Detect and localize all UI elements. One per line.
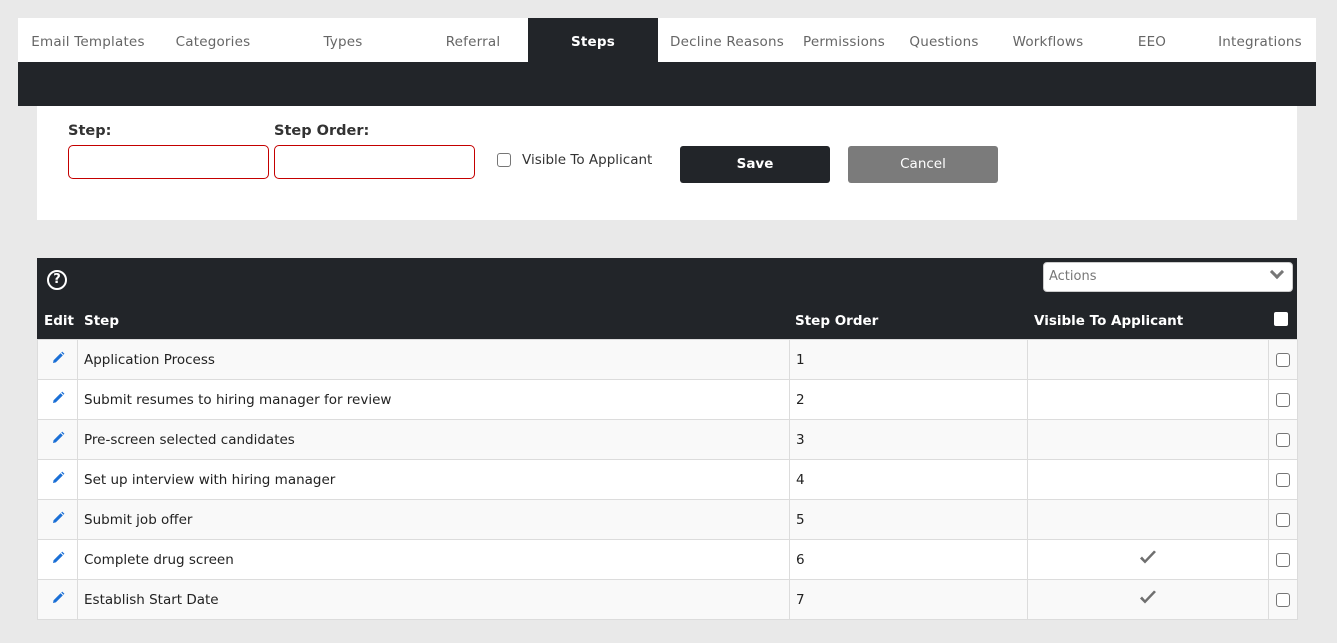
row-select-checkbox[interactable] xyxy=(1276,352,1290,367)
edit-pencil-icon[interactable] xyxy=(51,591,65,609)
tab-steps[interactable]: Steps xyxy=(528,18,658,62)
step-form-panel: Step: Step Order: Visible To Applicant S… xyxy=(37,106,1297,220)
visible-to-applicant-checkbox[interactable] xyxy=(497,153,511,167)
checkmark-icon xyxy=(1138,590,1158,611)
edit-cell xyxy=(37,379,78,420)
select-cell xyxy=(1268,499,1298,540)
step-name-cell: Complete drug screen xyxy=(77,539,790,580)
table-row: Set up interview with hiring manager 4 xyxy=(37,459,1298,500)
tab-content-header-bar xyxy=(18,62,1316,106)
select-cell xyxy=(1268,339,1298,380)
step-name-cell: Application Process xyxy=(77,339,790,380)
visible-cell xyxy=(1027,579,1269,620)
table-row: Complete drug screen 6 xyxy=(37,539,1298,580)
checkmark-icon xyxy=(1138,550,1158,571)
table-row: Submit job offer 5 xyxy=(37,499,1298,540)
visible-to-applicant-field: Visible To Applicant xyxy=(497,152,652,168)
select-cell xyxy=(1268,579,1298,620)
step-name-cell: Submit job offer xyxy=(77,499,790,540)
visible-cell xyxy=(1027,339,1269,380)
select-cell xyxy=(1268,419,1298,460)
row-select-checkbox[interactable] xyxy=(1276,552,1290,567)
column-header-visible-to-applicant[interactable]: Visible To Applicant xyxy=(1034,313,1183,329)
select-all-checkbox[interactable] xyxy=(1274,312,1288,326)
edit-cell xyxy=(37,419,78,460)
step-name-cell: Establish Start Date xyxy=(77,579,790,620)
column-header-step-order[interactable]: Step Order xyxy=(795,313,878,329)
save-button[interactable]: Save xyxy=(680,146,830,183)
step-order-cell: 5 xyxy=(789,499,1028,540)
tab-referral[interactable]: Referral xyxy=(418,18,528,62)
step-input[interactable] xyxy=(68,145,269,179)
step-order-cell: 4 xyxy=(789,459,1028,500)
visible-cell xyxy=(1027,379,1269,420)
column-header-edit: Edit xyxy=(44,313,74,329)
edit-pencil-icon[interactable] xyxy=(51,351,65,369)
tab-eeo[interactable]: EEO xyxy=(1100,18,1204,62)
visible-cell xyxy=(1027,499,1269,540)
step-name-cell: Submit resumes to hiring manager for rev… xyxy=(77,379,790,420)
edit-pencil-icon[interactable] xyxy=(51,511,65,529)
grid-header: ? Actions Edit Step Step Order Visible T… xyxy=(37,258,1297,339)
steps-grid: ? Actions Edit Step Step Order Visible T… xyxy=(37,258,1298,620)
step-name-cell: Set up interview with hiring manager xyxy=(77,459,790,500)
edit-cell xyxy=(37,579,78,620)
step-order-cell: 2 xyxy=(789,379,1028,420)
select-cell xyxy=(1268,459,1298,500)
settings-tab-bar: Email Templates Categories Types Referra… xyxy=(18,18,1316,62)
row-select-checkbox[interactable] xyxy=(1276,512,1290,527)
tab-types[interactable]: Types xyxy=(268,18,418,62)
tab-permissions[interactable]: Permissions xyxy=(796,18,892,62)
row-select-checkbox[interactable] xyxy=(1276,432,1290,447)
tab-decline-reasons[interactable]: Decline Reasons xyxy=(658,18,796,62)
step-name-cell: Pre-screen selected candidates xyxy=(77,419,790,460)
cancel-button[interactable]: Cancel xyxy=(848,146,998,183)
select-cell xyxy=(1268,539,1298,580)
table-row: Establish Start Date 7 xyxy=(37,579,1298,620)
edit-cell xyxy=(37,339,78,380)
actions-dropdown-label: Actions xyxy=(1049,269,1097,284)
row-select-checkbox[interactable] xyxy=(1276,592,1290,607)
chevron-down-icon xyxy=(1269,264,1285,280)
visible-cell xyxy=(1027,539,1269,580)
edit-pencil-icon[interactable] xyxy=(51,431,65,449)
tab-email-templates[interactable]: Email Templates xyxy=(18,18,158,62)
actions-dropdown[interactable]: Actions xyxy=(1043,262,1293,292)
visible-cell xyxy=(1027,459,1269,500)
visible-to-applicant-label: Visible To Applicant xyxy=(522,152,653,168)
table-row: Pre-screen selected candidates 3 xyxy=(37,419,1298,460)
tab-questions[interactable]: Questions xyxy=(892,18,996,62)
edit-cell xyxy=(37,539,78,580)
help-circle-icon[interactable]: ? xyxy=(47,270,67,290)
column-header-step[interactable]: Step xyxy=(84,313,119,329)
steps-table: Application Process 1 Submit resumes to hi… xyxy=(37,339,1298,620)
edit-cell xyxy=(37,459,78,500)
step-order-cell: 6 xyxy=(789,539,1028,580)
table-row: Application Process 1 xyxy=(37,339,1298,380)
step-label: Step: xyxy=(68,123,112,139)
step-order-cell: 1 xyxy=(789,339,1028,380)
step-order-cell: 7 xyxy=(789,579,1028,620)
tab-categories[interactable]: Categories xyxy=(158,18,268,62)
visible-cell xyxy=(1027,419,1269,460)
tab-integrations[interactable]: Integrations xyxy=(1204,18,1316,62)
select-cell xyxy=(1268,379,1298,420)
edit-pencil-icon[interactable] xyxy=(51,471,65,489)
edit-pencil-icon[interactable] xyxy=(51,391,65,409)
step-order-label: Step Order: xyxy=(274,123,370,139)
tab-workflows[interactable]: Workflows xyxy=(996,18,1100,62)
row-select-checkbox[interactable] xyxy=(1276,472,1290,487)
edit-pencil-icon[interactable] xyxy=(51,551,65,569)
table-row: Submit resumes to hiring manager for rev… xyxy=(37,379,1298,420)
row-select-checkbox[interactable] xyxy=(1276,392,1290,407)
edit-cell xyxy=(37,499,78,540)
step-order-input[interactable] xyxy=(274,145,475,179)
step-order-cell: 3 xyxy=(789,419,1028,460)
